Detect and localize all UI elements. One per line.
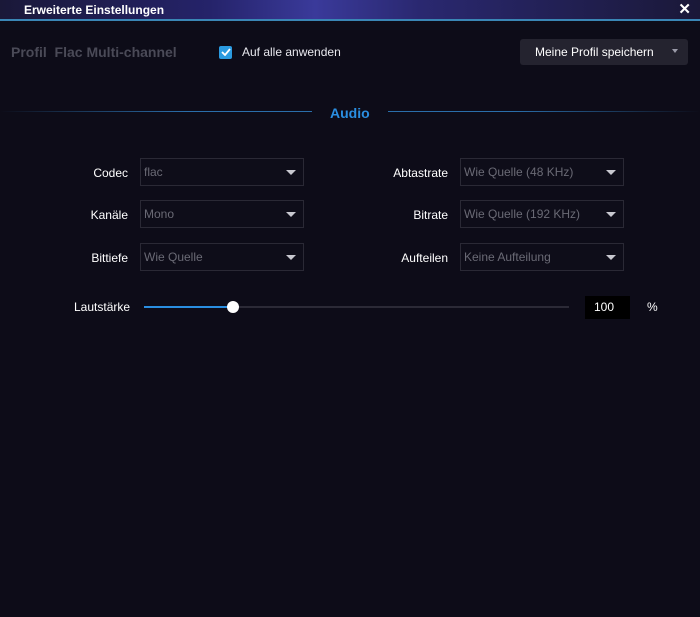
codec-value: flac <box>144 165 163 179</box>
section-title-audio: Audio <box>330 105 370 121</box>
split-label: Aufteilen <box>401 251 448 265</box>
chevron-down-icon <box>286 212 296 217</box>
split-value: Keine Aufteilung <box>464 250 551 264</box>
channels-label: Kanäle <box>90 208 128 222</box>
bitrate-label: Bitrate <box>413 208 448 222</box>
bitrate-select[interactable]: Wie Quelle (192 KHz) <box>460 200 624 228</box>
section-divider-left <box>0 111 312 112</box>
channels-value: Mono <box>144 207 175 221</box>
chevron-down-icon <box>606 212 616 217</box>
chevron-down-icon <box>286 170 296 175</box>
bit-depth-value: Wie Quelle <box>144 250 203 264</box>
title-bar: Erweiterte Einstellungen ✕ <box>0 0 700 21</box>
volume-slider-fill <box>144 306 234 308</box>
chevron-down-icon <box>606 255 616 260</box>
channels-select[interactable]: Mono <box>140 200 304 228</box>
volume-slider[interactable] <box>144 301 569 313</box>
apply-all-label: Auf alle anwenden <box>242 45 341 59</box>
bitrate-value: Wie Quelle (192 KHz) <box>464 207 581 221</box>
close-icon[interactable]: ✕ <box>678 1 691 18</box>
chevron-down-icon <box>286 255 296 260</box>
split-select[interactable]: Keine Aufteilung <box>460 243 624 271</box>
chevron-down-icon[interactable] <box>672 49 678 53</box>
volume-slider-handle[interactable] <box>227 301 240 313</box>
checkmark-icon <box>220 48 231 56</box>
codec-label: Codec <box>93 166 128 180</box>
volume-label: Lautstärke <box>74 300 131 314</box>
sample-rate-select[interactable]: Wie Quelle (48 KHz) <box>460 158 624 186</box>
apply-all-checkbox[interactable] <box>219 45 232 59</box>
codec-select[interactable]: flac <box>140 158 304 186</box>
settings-dialog: Erweiterte Einstellungen ✕ Profil Flac M… <box>0 0 700 617</box>
bit-depth-select[interactable]: Wie Quelle <box>140 243 304 271</box>
volume-unit: % <box>647 300 658 314</box>
bit-depth-label: Bittiefe <box>91 251 128 265</box>
sample-rate-label: Abtastrate <box>393 166 448 180</box>
sample-rate-value: Wie Quelle (48 KHz) <box>464 165 574 179</box>
chevron-down-icon <box>606 170 616 175</box>
dialog-title: Erweiterte Einstellungen <box>24 3 165 17</box>
section-divider-right <box>388 111 700 112</box>
apply-all-option[interactable]: Auf alle anwenden <box>219 44 341 60</box>
save-profile-button[interactable]: Meine Profil speichern <box>520 39 688 65</box>
save-profile-label: Meine Profil speichern <box>535 45 654 59</box>
profile-name: Profil Flac Multi-channel <box>11 44 177 60</box>
volume-input[interactable]: 100 <box>585 296 630 319</box>
